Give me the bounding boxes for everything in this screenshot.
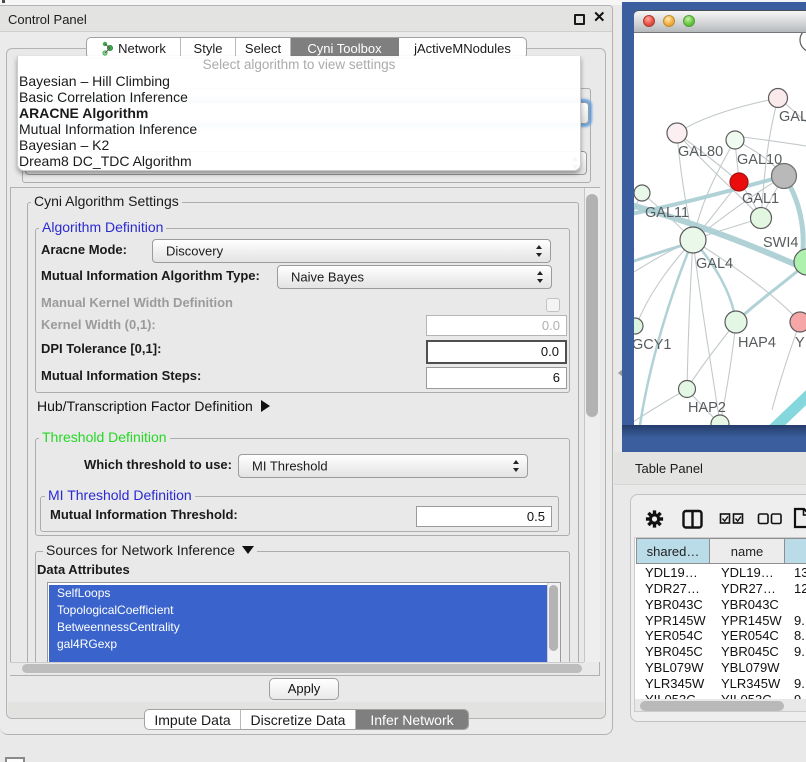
svg-text:GCY1: GCY1 [634,337,672,353]
svg-text:Y: Y [795,335,805,351]
svg-text:HAP2: HAP2 [688,400,726,416]
svg-text:GAL2: GAL2 [779,109,806,125]
svg-text:GAL10: GAL10 [737,152,782,168]
svg-text:HAP4: HAP4 [738,335,776,351]
svg-text:GAL1: GAL1 [742,191,779,207]
svg-text:GAL80: GAL80 [678,144,723,160]
svg-text:SWI4: SWI4 [763,235,798,251]
svg-text:GAL11: GAL11 [645,205,689,221]
svg-text:GAL4: GAL4 [696,256,733,272]
